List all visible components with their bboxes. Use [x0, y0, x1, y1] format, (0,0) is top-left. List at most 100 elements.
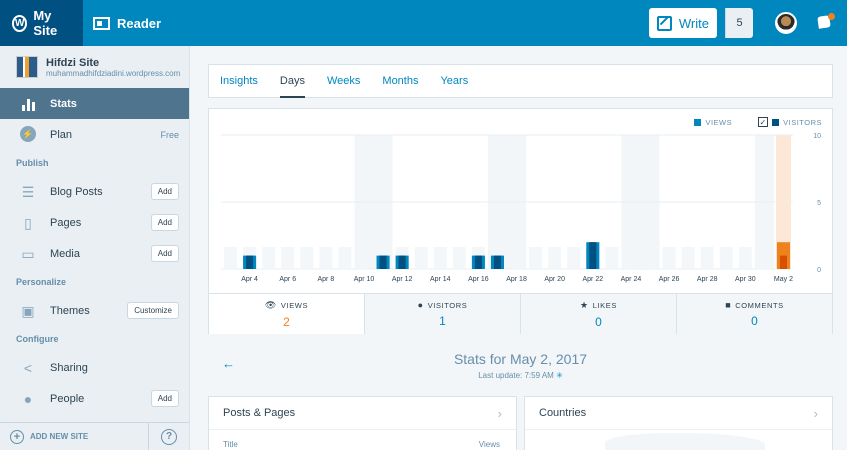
visitors-bar [493, 255, 501, 269]
x-tick-label: Apr 24 [621, 276, 642, 283]
countries-header[interactable]: Countries › [525, 397, 832, 430]
sidebar-item-people[interactable]: ● People Add [0, 383, 189, 414]
bar-placeholder [224, 247, 238, 269]
write-button[interactable]: Write [648, 8, 717, 38]
bar-placeholder [262, 247, 276, 269]
add-new-site-button[interactable]: + ADD NEW SITE [0, 423, 149, 450]
plan-free-badge: Free [160, 129, 179, 140]
legend-views: VIEWS [694, 118, 732, 127]
bar-placeholder [529, 247, 543, 269]
bar-placeholder [624, 247, 638, 269]
sidebar-item-label: Blog Posts [50, 185, 103, 198]
pages-icon: ▯ [24, 214, 32, 231]
last-update-text: Last update: 7:59 AM [478, 371, 554, 380]
last-update: Last update: 7:59 AM ✳ [208, 371, 833, 380]
views-value: 2 [283, 314, 290, 329]
tab-views[interactable]: 👁 VIEWS 2 [209, 294, 365, 334]
add-blog-post-button[interactable]: Add [150, 183, 179, 200]
x-tick-label: May 2 [774, 276, 793, 283]
period-nav: Insights Days Weeks Months Years [208, 64, 833, 98]
x-tick-label: Apr 16 [468, 276, 489, 283]
bar-placeholder [452, 247, 466, 269]
bar-placeholder [662, 247, 676, 269]
sidebar-item-themes[interactable]: ▣ Themes Customize [0, 295, 189, 326]
tab-months[interactable]: Months [382, 64, 418, 98]
tab-years[interactable]: Years [440, 64, 468, 98]
stats-chart-card: 0 5 10 Apr 4 Apr 6 Apr 8 Apr 10 Apr 12 Apr 14 Apr… [208, 108, 833, 334]
reader-label: Reader [117, 15, 162, 31]
visitors-checkbox-icon[interactable]: ✓ [758, 117, 769, 127]
visitors-label: VISITORS [427, 300, 468, 310]
chevron-right-icon[interactable]: › [814, 406, 818, 421]
chevron-right-icon[interactable]: › [498, 406, 502, 421]
notifications-icon[interactable] [815, 13, 835, 33]
bar-placeholder [681, 247, 695, 269]
sidebar-item-stats[interactable]: Stats [0, 88, 189, 119]
tab-days[interactable]: Days [279, 64, 306, 98]
publish-heading: Publish [16, 158, 49, 168]
comments-value: 0 [751, 314, 758, 328]
help-button[interactable]: ? [149, 428, 189, 445]
legend-views-label: VIEWS [705, 117, 733, 127]
world-map [605, 433, 765, 450]
add-people-button[interactable]: Add [150, 390, 179, 407]
visitors-bar [398, 255, 406, 269]
site-icon [16, 56, 38, 78]
posts-icon: ☰ [21, 183, 35, 200]
bar-placeholder [567, 247, 581, 269]
add-media-button[interactable]: Add [150, 245, 179, 262]
views-column-header: Views [478, 440, 500, 449]
bar-placeholder [738, 247, 752, 269]
stats-bar-chart[interactable]: 0 5 10 Apr 4 Apr 6 Apr 8 Apr 10 Apr 12 Apr 14 Apr… [209, 109, 832, 293]
tab-visitors[interactable]: ● VISITORS 1 [365, 294, 521, 334]
y-tick-label: 0 [817, 267, 821, 274]
posts-pages-header[interactable]: Posts & Pages › [209, 397, 516, 430]
legend-visitors[interactable]: ✓ VISITORS [758, 117, 822, 127]
customize-button[interactable]: Customize [127, 302, 179, 319]
bar-placeholder [548, 247, 562, 269]
reader-button[interactable]: Reader [83, 0, 171, 46]
sidebar-item-label: Stats [50, 97, 77, 110]
x-tick-label: Apr 4 [241, 276, 258, 283]
x-tick-label: Apr 8 [317, 276, 334, 283]
x-tick-label: Apr 6 [279, 276, 296, 283]
x-tick-label: Apr 30 [735, 276, 756, 283]
visitors-bar [246, 255, 254, 269]
tab-weeks[interactable]: Weeks [327, 64, 360, 98]
chart-legend: VIEWS ✓ VISITORS [668, 117, 822, 127]
bar-placeholder [510, 247, 524, 269]
wordpress-icon: W [12, 14, 28, 32]
help-icon: ? [161, 428, 177, 445]
add-page-button[interactable]: Add [150, 214, 179, 231]
sidebar-item-label: Themes [50, 304, 90, 317]
sidebar-item-pages[interactable]: ▯ Pages Add [0, 207, 189, 238]
views-swatch [694, 118, 702, 126]
tab-insights[interactable]: Insights [220, 64, 258, 98]
bar-placeholder [338, 247, 352, 269]
masterbar: W My Site Reader Write 5 [0, 0, 847, 46]
bar-placeholder [357, 247, 371, 269]
site-name: Hifdzi Site [46, 56, 100, 69]
bar-placeholder [719, 247, 733, 269]
sidebar-item-label: Media [50, 247, 80, 260]
views-label: VIEWS [280, 300, 309, 310]
tab-comments[interactable]: ■ COMMENTS 0 [677, 294, 832, 334]
avatar[interactable] [775, 12, 797, 34]
drafts-count-button[interactable]: 5 [725, 8, 753, 38]
tab-likes[interactable]: ★ LIKES 0 [521, 294, 677, 334]
visitors-value: 1 [439, 314, 446, 328]
my-site-label: My Site [33, 8, 58, 38]
countries-module: Countries › [524, 396, 833, 450]
sidebar-item-media[interactable]: ▭ Media Add [0, 238, 189, 269]
sidebar-item-label: Plan [50, 128, 73, 141]
add-new-site-label: ADD NEW SITE [30, 432, 89, 441]
current-site[interactable]: Hifdzi Site muhammadhifdziadini.wordpres… [0, 46, 189, 88]
my-site-button[interactable]: W My Site [0, 0, 83, 46]
sidebar-item-sharing[interactable]: < Sharing [0, 352, 189, 383]
y-tick-label: 10 [813, 133, 821, 140]
bar-placeholder [757, 247, 771, 269]
likes-label: LIKES [592, 300, 617, 310]
share-icon: < [23, 359, 33, 376]
sidebar-item-blog-posts[interactable]: ☰ Blog Posts Add [0, 176, 189, 207]
sidebar-item-plan[interactable]: ⚡ Plan Free [0, 119, 189, 150]
